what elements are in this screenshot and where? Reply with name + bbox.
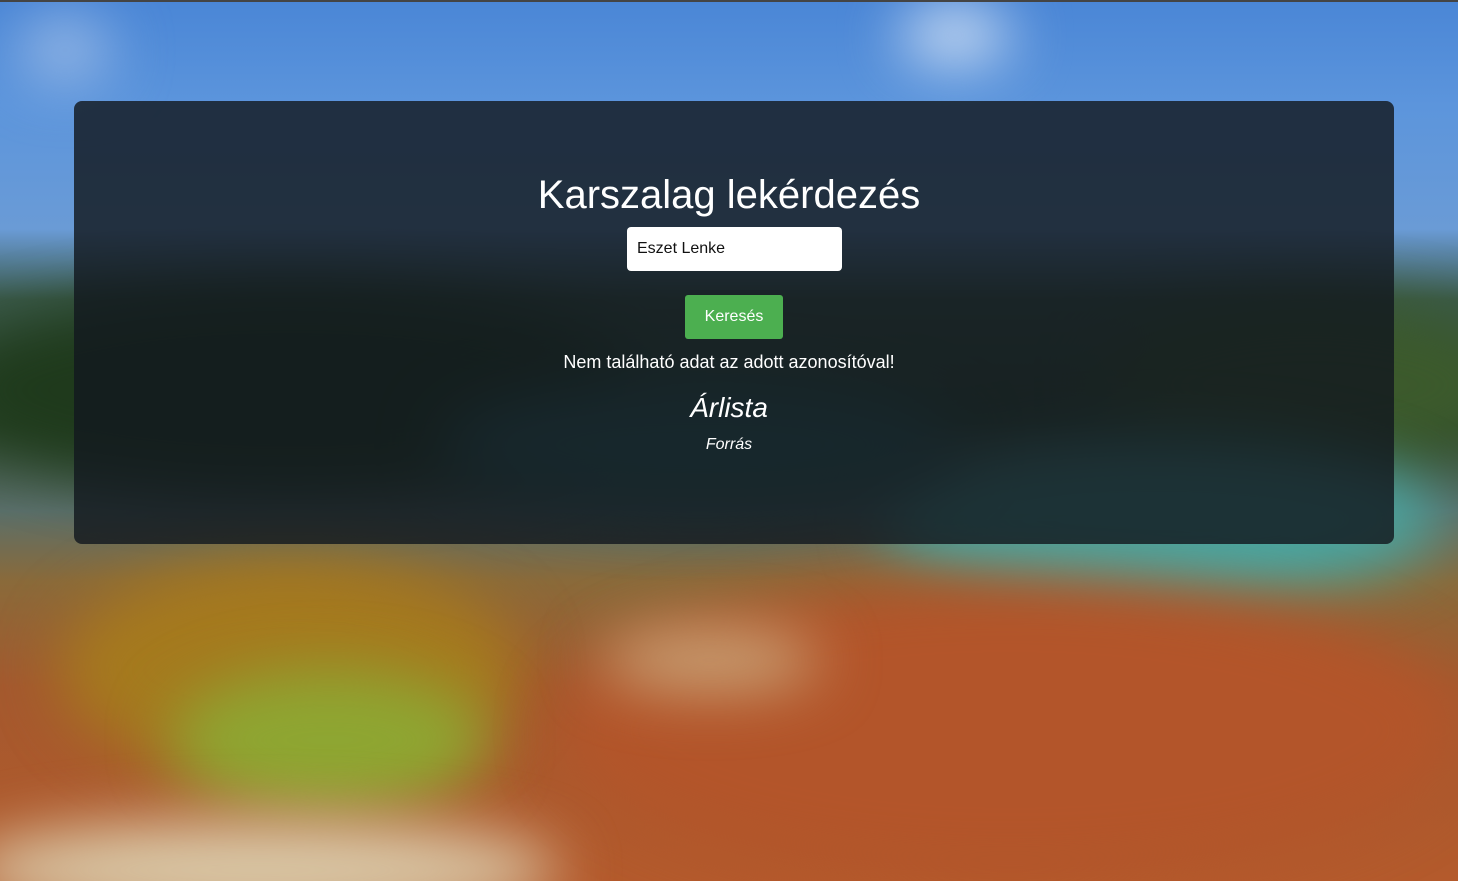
window-top-border bbox=[0, 0, 1458, 2]
result-message: Nem található adat az adott azonosítóval… bbox=[563, 352, 895, 372]
background-cloud bbox=[900, 10, 1010, 60]
background-deck bbox=[560, 580, 1458, 880]
search-button[interactable]: Keresés bbox=[685, 295, 783, 339]
page-title: Karszalag lekérdezés bbox=[537, 173, 921, 217]
background-cloud bbox=[20, 20, 110, 80]
source-link[interactable]: Forrás bbox=[0, 435, 1458, 455]
pricelist-link[interactable]: Árlista bbox=[0, 391, 1458, 425]
search-input[interactable] bbox=[627, 227, 842, 271]
background-pier bbox=[600, 630, 820, 690]
background-pool-green bbox=[170, 670, 490, 810]
background-deck bbox=[0, 820, 560, 881]
